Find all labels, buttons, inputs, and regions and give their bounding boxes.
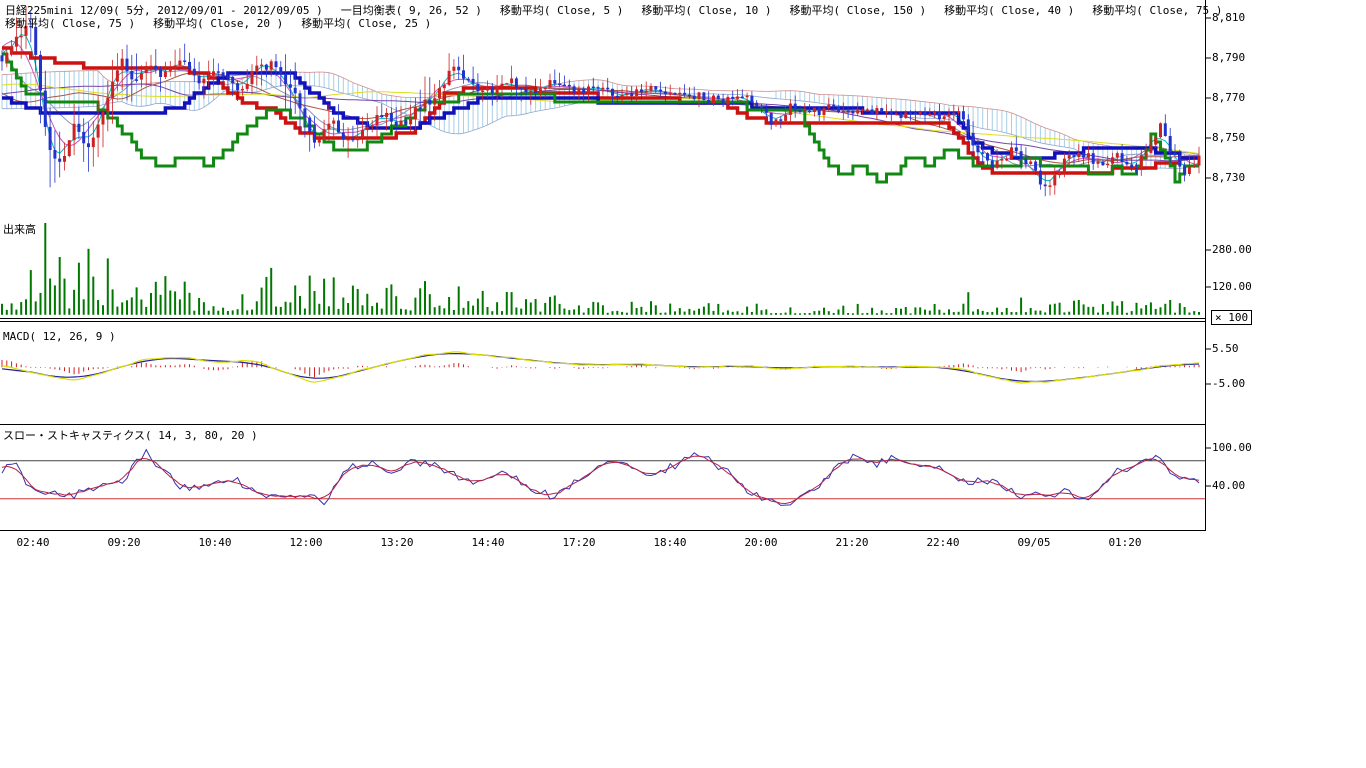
price-axis-label: 8,790 [1212, 51, 1245, 64]
legend-ma40: 移動平均( Close, 40 ) [944, 4, 1074, 17]
time-axis-label: 18:40 [653, 536, 686, 549]
macd-panel-label: MACD( 12, 26, 9 ) [3, 330, 116, 343]
chart-canvas[interactable] [0, 0, 1366, 768]
stoch-panel-label: スロー・ストキャスティクス( 14, 3, 80, 20 ) [3, 427, 258, 443]
volume-axis-label: 280.00 [1212, 243, 1252, 256]
time-axis-label: 22:40 [926, 536, 959, 549]
legend-ma20: 移動平均( Close, 20 ) [153, 17, 283, 30]
time-axis-label: 02:40 [16, 536, 49, 549]
time-axis-label: 21:20 [835, 536, 868, 549]
price-axis-label: 8,730 [1212, 171, 1245, 184]
legend-ma75b: 移動平均( Close, 75 ) [5, 17, 135, 30]
legend-ma150: 移動平均( Close, 150 ) [789, 4, 926, 17]
legend-ma5: 移動平均( Close, 5 ) [500, 4, 623, 17]
time-axis-label: 09:20 [107, 536, 140, 549]
price-axis-label: 8,750 [1212, 131, 1245, 144]
time-axis-label: 12:00 [289, 536, 322, 549]
time-axis-label: 10:40 [198, 536, 231, 549]
volume-axis-label: 120.00 [1212, 280, 1252, 293]
volume-panel-label: 出来高 [3, 221, 36, 237]
legend-ma75: 移動平均( Close, 75 ) [1092, 4, 1222, 17]
time-axis-label: 17:20 [562, 536, 595, 549]
macd-axis-label: -5.00 [1212, 377, 1245, 390]
stoch-axis-label: 100.00 [1212, 441, 1252, 454]
chart-legend-line2: 移動平均( Close, 75 ) 移動平均( Close, 20 ) 移動平均( … [5, 15, 449, 31]
price-axis-label: 8,770 [1212, 91, 1245, 104]
volume-multiplier-badge: × 100 [1211, 310, 1252, 325]
time-axis-label: 20:00 [744, 536, 777, 549]
time-axis-label: 01:20 [1108, 536, 1141, 549]
price-axis-label: 8,810 [1212, 11, 1245, 24]
legend-ma25: 移動平均( Close, 25 ) [301, 17, 431, 30]
time-axis-label: 13:20 [380, 536, 413, 549]
legend-ma10: 移動平均( Close, 10 ) [641, 4, 771, 17]
time-axis-label: 09/05 [1017, 536, 1050, 549]
macd-axis-label: 5.50 [1212, 342, 1239, 355]
stoch-axis-label: 40.00 [1212, 479, 1245, 492]
time-axis-label: 14:40 [471, 536, 504, 549]
